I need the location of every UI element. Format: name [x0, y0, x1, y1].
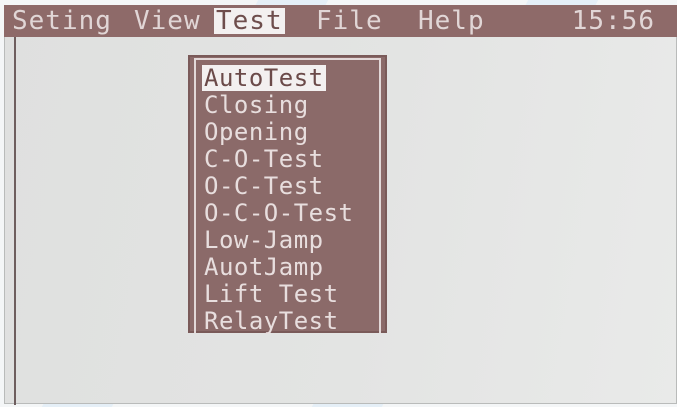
menu-seting[interactable]: Seting	[10, 5, 114, 37]
menu-item-c-o-test[interactable]: C-O-Test	[202, 146, 326, 172]
clock-display: 15:56	[571, 6, 655, 36]
menu-item-relaytest[interactable]: RelayTest	[202, 308, 341, 334]
test-dropdown-menu: AutoTest Closing Opening C-O-Test O-C-Te…	[188, 55, 387, 334]
menu-file[interactable]: File	[314, 5, 385, 37]
menu-item-o-c-o-test[interactable]: O-C-O-Test	[202, 200, 356, 226]
menu-item-low-jamp[interactable]: Low-Jamp	[202, 227, 326, 253]
menu-help[interactable]: Help	[416, 5, 487, 37]
menu-item-closing[interactable]: Closing	[202, 92, 311, 118]
device-screen: Seting View Test File Help 15:56 AutoTes…	[4, 5, 677, 405]
menu-item-lift-test[interactable]: Lift Test	[202, 281, 341, 307]
menu-test[interactable]: Test	[214, 8, 285, 34]
menu-item-auotjamp[interactable]: AuotJamp	[202, 254, 326, 280]
menu-bar: Seting View Test File Help 15:56	[4, 5, 677, 37]
menu-view[interactable]: View	[132, 5, 203, 37]
menu-item-autotest[interactable]: AutoTest	[202, 65, 326, 91]
menu-item-o-c-test[interactable]: O-C-Test	[202, 173, 326, 199]
menu-item-opening[interactable]: Opening	[202, 119, 311, 145]
